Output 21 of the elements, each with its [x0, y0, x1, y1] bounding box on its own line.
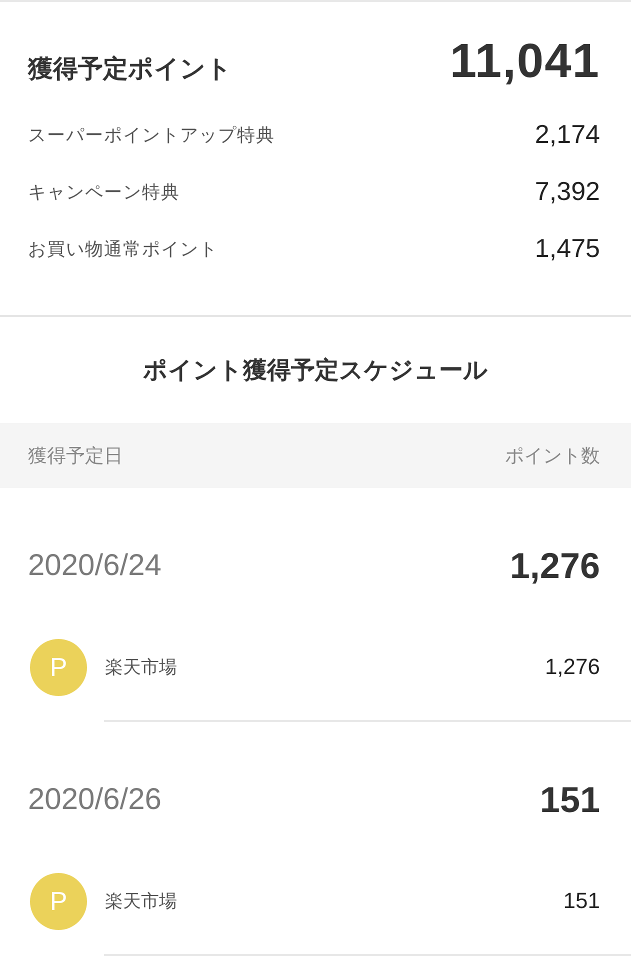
schedule-date: 2020/6/26 — [28, 783, 162, 817]
breakdown-value: 1,475 — [534, 233, 600, 264]
breakdown-label: スーパーポイントアップ特典 — [28, 124, 275, 146]
breakdown-label: キャンペーン特典 — [28, 180, 180, 204]
column-header: 獲得予定日 — [28, 444, 123, 468]
shop-name: 楽天市場 — [105, 656, 177, 679]
schedule-date: 2020/6/24 — [28, 549, 162, 583]
date-total: 1,276 — [510, 545, 600, 587]
breakdown-value: 2,174 — [534, 119, 600, 150]
point-badge: P — [30, 872, 87, 930]
breakdown-value: 7,392 — [534, 176, 600, 207]
shop-name: 楽天市場 — [105, 890, 177, 913]
total-points: 11,041 — [450, 38, 600, 86]
item-points: 151 — [563, 888, 600, 914]
breakdown-label: お買い物通常ポイント — [28, 238, 218, 260]
summary-title: 獲得予定ポイント — [28, 57, 232, 82]
schedule-title: ポイント獲得予定スケジュール — [142, 356, 489, 386]
point-badge: P — [30, 638, 87, 696]
column-header: ポイント数 — [505, 444, 600, 468]
item-points: 1,276 — [544, 654, 600, 680]
date-total: 151 — [540, 779, 600, 821]
